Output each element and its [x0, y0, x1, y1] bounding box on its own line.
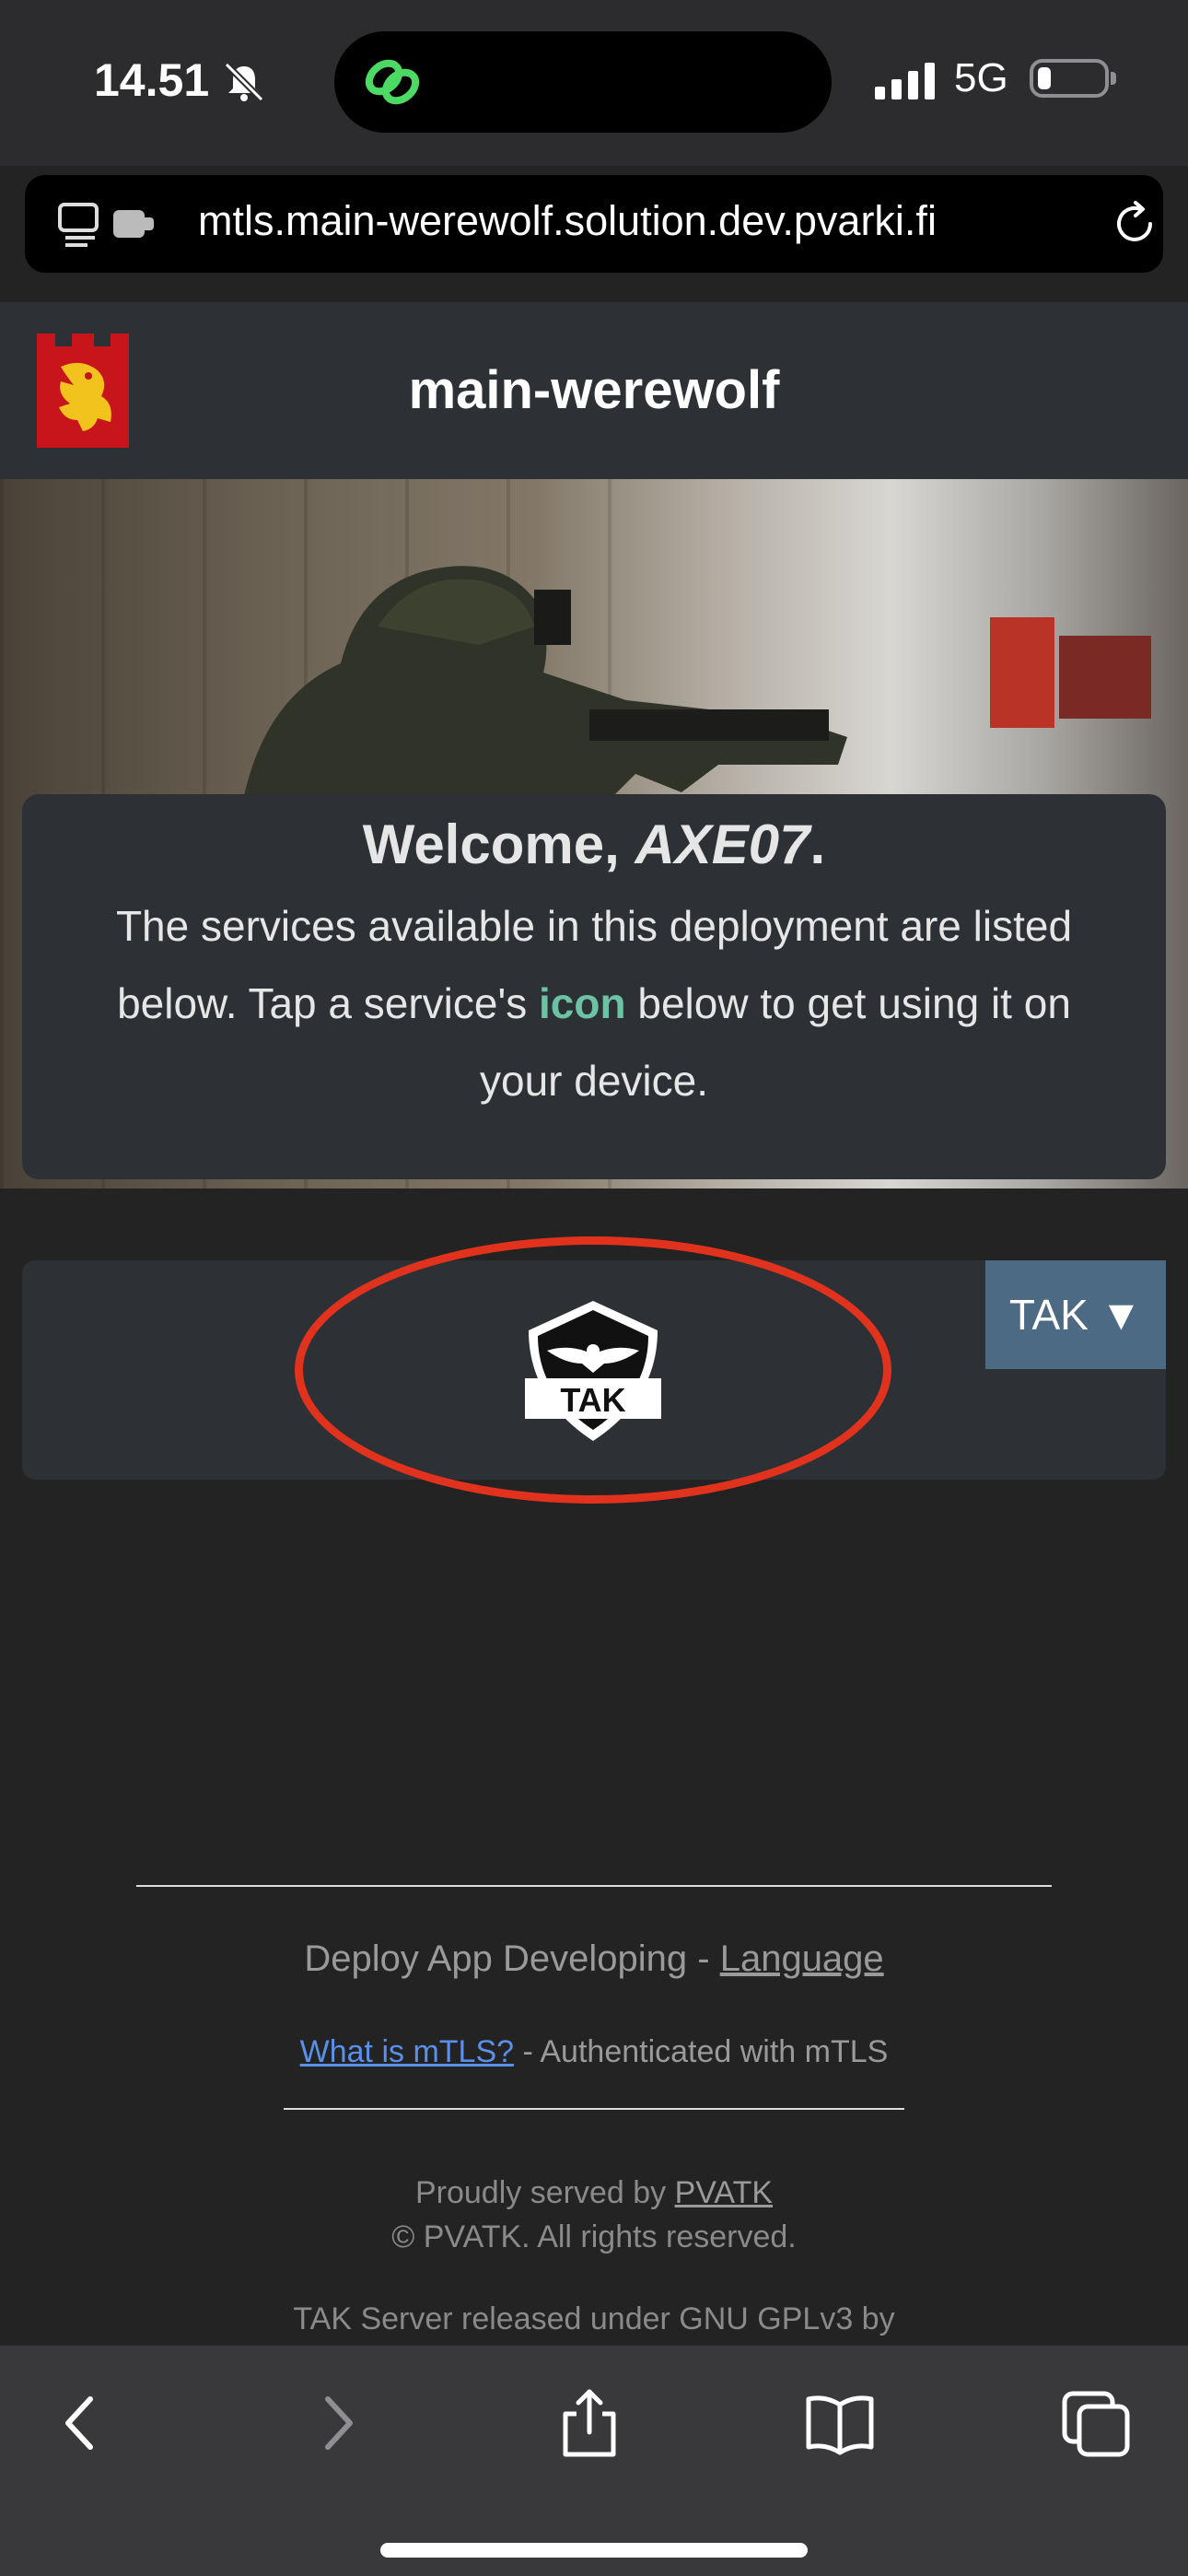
mtls-status: - Authenticated with mTLS	[514, 2034, 889, 2069]
language-link[interactable]: Language	[720, 1938, 884, 1979]
what-is-mtls-link[interactable]: What is mTLS?	[300, 2034, 514, 2069]
footer-app-line: Deploy App Developing - Language	[0, 1938, 1188, 1980]
footer-divider	[136, 1885, 1052, 1887]
status-bar: 14.51 5G	[0, 0, 1188, 166]
share-icon[interactable]	[553, 2386, 626, 2460]
link-icon	[365, 59, 420, 105]
browser-toolbar	[0, 2346, 1188, 2576]
dynamic-island	[334, 31, 832, 133]
reload-icon[interactable]	[1110, 199, 1159, 249]
welcome-prefix: Welcome,	[362, 814, 635, 875]
annotation-ring	[295, 1236, 891, 1504]
footer-credits: Proudly served by PVATK © PVATK. All rig…	[0, 2171, 1188, 2259]
welcome-text-highlight: icon	[539, 979, 626, 1027]
footer-divider-2	[284, 2108, 904, 2110]
pvatk-link[interactable]: PVATK	[675, 2175, 773, 2210]
battery-icon	[1030, 59, 1116, 98]
tab-overview-icon[interactable]	[58, 201, 159, 249]
signal-icon	[875, 63, 935, 100]
address-bar[interactable]: mtls.main-werewolf.solution.dev.pvarki.f…	[25, 175, 1163, 273]
url-text[interactable]: mtls.main-werewolf.solution.dev.pvarki.f…	[198, 197, 937, 245]
page-title: main-werewolf	[408, 360, 780, 420]
welcome-heading: Welcome, AXE07.	[22, 813, 1166, 876]
bell-slash-icon	[224, 62, 264, 102]
welcome-description: The services available in this deploymen…	[77, 887, 1111, 1119]
status-time: 14.51	[94, 54, 210, 106]
app-header: main-werewolf	[0, 302, 1188, 479]
welcome-suffix: .	[809, 814, 826, 875]
network-type: 5G	[954, 55, 1008, 100]
welcome-card: Welcome, AXE07. The services available i…	[22, 794, 1166, 1179]
tabs-icon[interactable]	[1059, 2386, 1133, 2460]
footer-mtls-line: What is mTLS? - Authenticated with mTLS	[0, 2034, 1188, 2070]
service-dropdown-button[interactable]: TAK ▼	[985, 1260, 1166, 1369]
hero-background-sign	[990, 617, 1054, 728]
copyright-text: © PVATK. All rights reserved.	[391, 2219, 797, 2254]
home-indicator[interactable]	[380, 2543, 808, 2558]
soldier-photo	[239, 566, 847, 820]
footer-app-text: Deploy App Developing -	[304, 1938, 720, 1979]
bookmarks-icon[interactable]	[803, 2386, 877, 2460]
served-by-text: Proudly served by	[414, 2175, 675, 2210]
user-callsign: AXE07	[635, 814, 810, 875]
forward-icon[interactable]	[315, 2386, 361, 2460]
hero-background-panel	[1059, 636, 1151, 719]
tak-license-text: TAK Server released under GNU GPLv3 by	[293, 2301, 895, 2336]
back-icon[interactable]	[57, 2386, 103, 2460]
